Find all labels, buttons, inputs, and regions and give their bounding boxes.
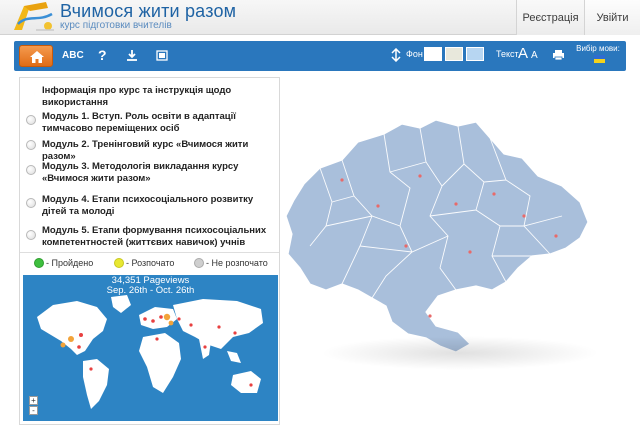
module-item-label: Інформація про курс та інструкція щодо в… (42, 85, 232, 108)
not-started-dot-icon (194, 258, 204, 268)
continent-southeast-asia (227, 351, 241, 363)
background-swatch-white[interactable] (424, 47, 442, 61)
passed-dot-icon (34, 258, 44, 268)
site-header: Вчимося жити разом курс підготовки вчите… (0, 0, 640, 35)
zoom-out-button[interactable]: - (29, 406, 38, 415)
site-title[interactable]: Вчимося жити разом (60, 1, 236, 22)
module-item-label: Модуль 4. Етапи психосоціального розвитк… (42, 194, 254, 217)
ukraine-map-shape (285, 119, 589, 353)
module-item-label: Модуль 2. Тренінговий курс «Вчимося жити… (42, 139, 249, 162)
language-label: Вибір мови: (576, 44, 620, 53)
visit-marker (155, 337, 159, 341)
pageviews-widget[interactable]: 34,351 Pageviews Sep. 26th - Oct. 26th +… (23, 275, 278, 421)
status-radio (26, 115, 36, 125)
visit-marker (159, 315, 163, 319)
continent-asia (173, 299, 263, 349)
visit-marker (177, 317, 181, 321)
font-size-increase-button[interactable]: A (518, 45, 528, 62)
zoom-in-button[interactable]: + (29, 396, 38, 405)
background-swatch-beige[interactable] (445, 47, 463, 61)
toolbar: ABC ? Фон Текст A A Вибір мови: (14, 41, 626, 71)
status-radio (26, 140, 36, 150)
ukraine-flag-icon[interactable] (594, 55, 605, 63)
visit-marker (89, 367, 93, 371)
visit-marker (217, 325, 221, 329)
visit-marker (249, 383, 253, 387)
legend-passed: - Пройдено (46, 258, 94, 268)
login-button[interactable]: Увійти (584, 0, 640, 35)
text-size-label: Текст (496, 49, 519, 59)
continent-africa (139, 333, 181, 393)
visit-marker (60, 342, 66, 348)
started-dot-icon (114, 258, 124, 268)
world-map (37, 295, 263, 409)
abc-button[interactable]: ABC (62, 50, 84, 61)
continent-australia (231, 371, 261, 393)
module-panel: Інформація про курс та інструкція щодо в… (19, 77, 280, 425)
register-button[interactable]: Реєстрація (516, 0, 584, 35)
status-radio (26, 198, 36, 208)
pageviews-range: Sep. 26th - Oct. 26th (106, 285, 195, 296)
continent-north-america (37, 301, 107, 355)
visit-marker (77, 345, 81, 349)
legend-not-started: - Не розпочато (206, 258, 268, 268)
site-subtitle: курс підготовки вчителів (60, 20, 172, 31)
help-button[interactable]: ? (98, 47, 107, 63)
continent-greenland (111, 295, 131, 313)
download-icon[interactable] (126, 49, 138, 62)
visit-marker (68, 336, 74, 342)
divider (20, 252, 279, 253)
image-icon[interactable] (156, 50, 168, 61)
module-item-label: Модуль 3. Методологія викладання курсу «… (42, 161, 239, 184)
module-item-label: Модуль 1. Вступ. Роль освіти в адаптації… (42, 111, 236, 134)
status-radio (26, 230, 36, 240)
visit-marker (163, 313, 171, 321)
visit-marker (233, 331, 237, 335)
visit-marker (151, 319, 155, 323)
home-button[interactable] (19, 45, 53, 67)
visit-marker (189, 323, 193, 327)
status-legend: - Пройдено - Розпочато - Не розпочато (20, 256, 279, 272)
continent-south-america (83, 359, 109, 409)
drag-handle-icon[interactable] (390, 48, 402, 62)
font-size-decrease-button[interactable]: A (531, 50, 538, 61)
logo-icon[interactable] (8, 0, 58, 34)
background-label: Фон (406, 49, 423, 59)
module-item-label: Модуль 5. Етапи формування психосоціальн… (42, 225, 267, 248)
map-shadow (320, 336, 600, 370)
continent-india (199, 339, 211, 359)
print-icon[interactable] (552, 49, 565, 61)
status-radio (26, 165, 36, 175)
visit-marker (203, 345, 207, 349)
visit-marker (168, 320, 174, 326)
legend-started: - Розпочато (126, 258, 175, 268)
visit-marker (79, 333, 83, 337)
background-swatch-blue[interactable] (466, 47, 484, 61)
visit-marker (143, 317, 147, 321)
home-icon (30, 51, 44, 63)
